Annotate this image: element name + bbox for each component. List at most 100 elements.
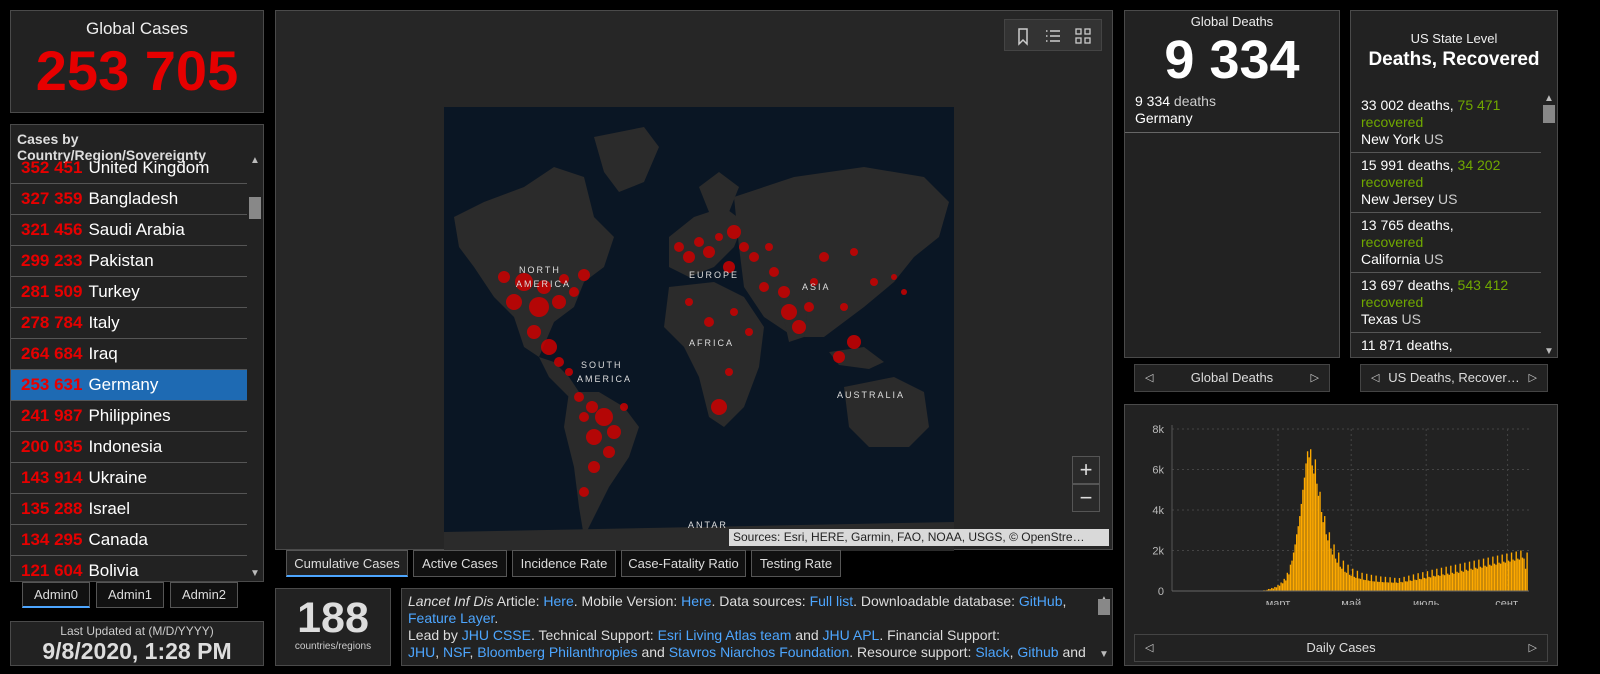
jhu-apl-link[interactable]: JHU APL bbox=[823, 627, 880, 643]
chart-bar bbox=[1345, 572, 1348, 591]
esri-team-link[interactable]: Esri Living Atlas team bbox=[658, 627, 792, 643]
niarchos-link[interactable]: Stavros Niarchos Foundation bbox=[669, 644, 850, 660]
prev-arrow-icon[interactable]: ◁ bbox=[1145, 635, 1153, 661]
chart-bar bbox=[1465, 569, 1468, 591]
chart-bar bbox=[1436, 568, 1438, 591]
us-state-row[interactable]: 15 991 deaths, 34 202 recovered New Jersey… bbox=[1351, 153, 1541, 213]
country-row[interactable]: 143 914 Ukraine bbox=[11, 463, 247, 494]
tab-admin0[interactable]: Admin0 bbox=[22, 582, 90, 608]
chart-bar bbox=[1487, 557, 1489, 591]
country-list-scrollbar[interactable]: ▲ ▼ bbox=[248, 153, 262, 581]
chart-bar bbox=[1425, 578, 1427, 591]
country-row[interactable]: 327 359 Bangladesh bbox=[11, 184, 247, 215]
us-state-row[interactable]: 11 871 deaths, recoveredFlorida US bbox=[1351, 333, 1541, 357]
us-deaths: 13 765 deaths, bbox=[1361, 217, 1454, 233]
country-row[interactable]: 264 684 Iraq bbox=[11, 339, 247, 370]
jhu-csse-link[interactable]: JHU CSSE bbox=[462, 627, 531, 643]
tab-admin1[interactable]: Admin1 bbox=[96, 582, 164, 608]
us-state-row[interactable]: 13 697 deaths, 543 412 recovered Texas US bbox=[1351, 273, 1541, 333]
journal-name: Lancet Inf Dis bbox=[408, 593, 494, 609]
chart-bar bbox=[1313, 473, 1315, 591]
chart-bar bbox=[1482, 558, 1485, 591]
us-recovered-num: 543 412 bbox=[1457, 277, 1509, 293]
scroll-thumb[interactable] bbox=[1543, 105, 1555, 123]
country-row[interactable]: 241 987 Philippines bbox=[11, 401, 247, 432]
chart-bar bbox=[1429, 577, 1432, 591]
next-arrow-icon[interactable]: ▷ bbox=[1311, 365, 1319, 391]
chart-bar bbox=[1394, 577, 1396, 591]
chart-bar bbox=[1381, 582, 1383, 591]
world-map[interactable]: NORTH AMERICA EUROPE ASIA AFRICA SOUTH A… bbox=[444, 107, 954, 551]
country-count: 321 456 bbox=[21, 220, 83, 239]
info-scrollbar[interactable]: ▲ ▼ bbox=[1097, 591, 1111, 663]
feature-layer-link[interactable]: Feature Layer bbox=[408, 610, 494, 626]
legend-list-icon[interactable] bbox=[1041, 24, 1065, 48]
scroll-up-icon[interactable]: ▲ bbox=[248, 155, 262, 166]
chart-bar bbox=[1328, 532, 1331, 591]
info-text: , bbox=[1062, 593, 1067, 609]
chart-bar bbox=[1373, 581, 1376, 591]
global-deaths-panel: Global Deaths 9 334 9 334 deaths Germany bbox=[1124, 10, 1340, 358]
chart-bar bbox=[1311, 465, 1313, 591]
github-link[interactable]: GitHub bbox=[1019, 593, 1063, 609]
us-state-row[interactable]: 13 765 deaths, recovered California US bbox=[1351, 213, 1541, 273]
bloomberg-link[interactable]: Bloomberg Philanthropies bbox=[477, 644, 637, 660]
zoom-out-button[interactable]: − bbox=[1072, 484, 1100, 512]
country-list-panel: Cases by Country/Region/Sovereignty 352 … bbox=[10, 124, 264, 582]
country-name: Pakistan bbox=[88, 251, 154, 270]
full-list-link[interactable]: Full list bbox=[810, 593, 854, 609]
country-row[interactable]: 281 509 Turkey bbox=[11, 277, 247, 308]
country-row[interactable]: 321 456 Saudi Arabia bbox=[11, 215, 247, 246]
basemap-gallery-icon[interactable] bbox=[1071, 24, 1095, 48]
daily-cases-chart-panel: 0 2k 4k 6k 8k март май июль сент. bbox=[1124, 404, 1558, 666]
country-row[interactable]: 299 233 Pakistan bbox=[11, 246, 247, 277]
us-list-scrollbar[interactable]: ▲ ▼ bbox=[1542, 93, 1556, 357]
scroll-down-icon[interactable]: ▼ bbox=[248, 568, 262, 579]
country-row[interactable]: 352 451 United Kingdom bbox=[11, 153, 247, 184]
scroll-down-icon[interactable]: ▼ bbox=[1542, 346, 1556, 357]
global-cases-title: Global Cases bbox=[85, 19, 189, 38]
bookmark-icon[interactable] bbox=[1011, 24, 1035, 48]
chart-bar bbox=[1274, 586, 1276, 591]
chart-bar bbox=[1364, 580, 1366, 591]
github2-link[interactable]: Github bbox=[1017, 644, 1058, 660]
country-row[interactable]: 134 295 Canada bbox=[11, 525, 247, 556]
tab-incidence-rate[interactable]: Incidence Rate bbox=[512, 550, 616, 577]
jhu-link[interactable]: JHU bbox=[408, 644, 435, 660]
tab-testing-rate[interactable]: Testing Rate bbox=[751, 550, 841, 577]
country-row[interactable]: 121 604 Bolivia bbox=[11, 556, 247, 581]
scroll-thumb[interactable] bbox=[249, 197, 261, 219]
next-arrow-icon[interactable]: ▷ bbox=[1529, 365, 1537, 391]
nsf-link[interactable]: NSF bbox=[443, 644, 469, 660]
tab-admin2[interactable]: Admin2 bbox=[170, 582, 238, 608]
chart-bar bbox=[1408, 575, 1410, 591]
global-cases-panel: Global Cases 253 705 bbox=[10, 10, 264, 113]
prev-arrow-icon[interactable]: ◁ bbox=[1371, 365, 1379, 391]
scroll-up-icon[interactable]: ▲ bbox=[1542, 93, 1556, 104]
country-row[interactable]: 135 288 Israel bbox=[11, 494, 247, 525]
mobile-version-link[interactable]: Here bbox=[681, 593, 711, 609]
chart-bar bbox=[1308, 457, 1310, 591]
chart-bar bbox=[1383, 582, 1385, 591]
tab-case-fatality-ratio[interactable]: Case-Fatality Ratio bbox=[621, 550, 746, 577]
map-attribution[interactable]: Sources: Esri, HERE, Garmin, FAO, NOAA, … bbox=[729, 529, 1109, 546]
tab-active-cases[interactable]: Active Cases bbox=[413, 550, 507, 577]
article-link[interactable]: Here bbox=[543, 593, 573, 609]
deaths-list-item[interactable]: 9 334 deaths Germany bbox=[1125, 93, 1339, 133]
country-row[interactable]: 253 631 Germany bbox=[11, 370, 247, 401]
chart-bar bbox=[1294, 544, 1296, 591]
us-state-row[interactable]: 33 002 deaths, 75 471 recovered New York U… bbox=[1351, 93, 1541, 153]
zoom-in-button[interactable]: + bbox=[1072, 456, 1100, 484]
country-name: Germany bbox=[88, 375, 159, 394]
scroll-down-icon[interactable]: ▼ bbox=[1097, 646, 1111, 663]
tab-cumulative-cases[interactable]: Cumulative Cases bbox=[286, 550, 408, 577]
scroll-thumb[interactable] bbox=[1098, 599, 1110, 615]
country-row[interactable]: 200 035 Indonesia bbox=[11, 432, 247, 463]
chart-bar bbox=[1303, 477, 1306, 591]
slack-link[interactable]: Slack bbox=[975, 644, 1009, 660]
country-row[interactable]: 278 784 Italy bbox=[11, 308, 247, 339]
daily-cases-nav: ◁ Daily Cases ▷ bbox=[1134, 634, 1548, 662]
prev-arrow-icon[interactable]: ◁ bbox=[1145, 365, 1153, 391]
next-arrow-icon[interactable]: ▷ bbox=[1529, 635, 1537, 661]
us-state-panel: US State Level Deaths, Recovered 33 002 … bbox=[1350, 10, 1558, 358]
